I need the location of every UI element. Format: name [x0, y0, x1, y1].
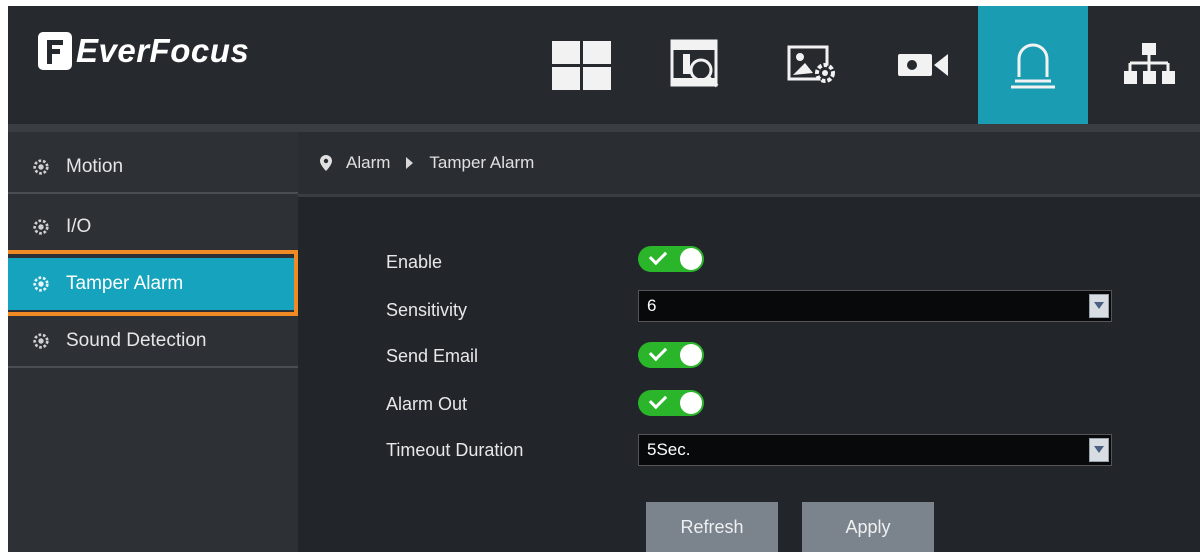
- nav-live-view[interactable]: [538, 6, 624, 124]
- nav-image-settings[interactable]: [770, 6, 856, 124]
- breadcrumb-divider: [298, 194, 1200, 197]
- apply-button[interactable]: Apply: [802, 502, 934, 552]
- sidebar-item-io[interactable]: I/O: [8, 202, 298, 254]
- enable-label: Enable: [386, 252, 443, 272]
- nav-network[interactable]: [1106, 6, 1192, 124]
- alarm-out-label: Alarm Out: [386, 394, 468, 414]
- logo-text: EverFocus: [76, 32, 250, 69]
- network-icon: [1124, 43, 1175, 84]
- playback-search-icon: [670, 39, 719, 88]
- toggle-knob: [680, 392, 702, 414]
- top-header: EverFocus: [8, 6, 1200, 124]
- sidebar-item-label: Sound Detection: [66, 330, 207, 351]
- chevron-down-icon[interactable]: [1089, 438, 1109, 462]
- check-icon: [648, 342, 668, 362]
- location-pin-icon: [320, 155, 332, 171]
- check-icon: [648, 390, 668, 410]
- gear-icon: [33, 276, 49, 292]
- sensitivity-select[interactable]: 6: [638, 290, 1112, 322]
- timeout-duration-value: 5Sec.: [647, 440, 691, 459]
- alarm-siren-icon: [1011, 43, 1055, 89]
- toggle-knob: [680, 248, 702, 270]
- gear-icon: [33, 219, 49, 235]
- sidebar-item-label: Tamper Alarm: [66, 273, 184, 294]
- sidebar-item-label: Motion: [66, 156, 124, 177]
- sidebar: Motion I/O Tamper Alarm Sound Detection: [8, 132, 298, 552]
- sidebar-item-label: I/O: [66, 216, 92, 237]
- timeout-duration-select[interactable]: 5Sec.: [638, 434, 1112, 466]
- sidebar-item-tamper-alarm[interactable]: Tamper Alarm: [8, 258, 298, 310]
- enable-toggle[interactable]: [638, 246, 704, 272]
- live-view-grid-icon: [552, 41, 611, 90]
- nav-playback[interactable]: [654, 6, 740, 124]
- sidebar-item-motion[interactable]: Motion: [8, 142, 298, 194]
- check-icon: [648, 246, 668, 266]
- breadcrumb-item: Tamper Alarm: [429, 153, 535, 172]
- breadcrumb-arrow-icon: [406, 157, 414, 169]
- sensitivity-value: 6: [647, 296, 657, 315]
- send-email-label: Send Email: [386, 346, 479, 366]
- gear-icon: [33, 333, 49, 349]
- main-content: Alarm Tamper Alarm Enable Sensitivity 6 …: [298, 132, 1200, 552]
- breadcrumb: Alarm Tamper Alarm: [298, 132, 1200, 194]
- sensitivity-label: Sensitivity: [386, 300, 468, 320]
- logo-mark-icon: [38, 32, 72, 70]
- everfocus-logo: EverFocus: [38, 32, 249, 70]
- app-window: EverFocus Motion I/O Tamper Alarm Sound …: [8, 6, 1200, 552]
- sidebar-item-sound-detection[interactable]: Sound Detection: [8, 316, 298, 368]
- breadcrumb-item[interactable]: Alarm: [346, 153, 390, 173]
- header-divider: [8, 124, 1200, 132]
- gear-icon: [33, 159, 49, 175]
- refresh-button[interactable]: Refresh: [646, 502, 778, 552]
- send-email-toggle[interactable]: [638, 342, 704, 368]
- chevron-down-icon[interactable]: [1089, 294, 1109, 318]
- alarm-out-toggle[interactable]: [638, 390, 704, 416]
- nav-alarm[interactable]: [978, 6, 1088, 124]
- image-settings-icon: [787, 45, 835, 83]
- camera-icon: [898, 54, 948, 76]
- toggle-knob: [680, 344, 702, 366]
- nav-camera[interactable]: [880, 6, 966, 124]
- timeout-duration-label: Timeout Duration: [386, 440, 524, 460]
